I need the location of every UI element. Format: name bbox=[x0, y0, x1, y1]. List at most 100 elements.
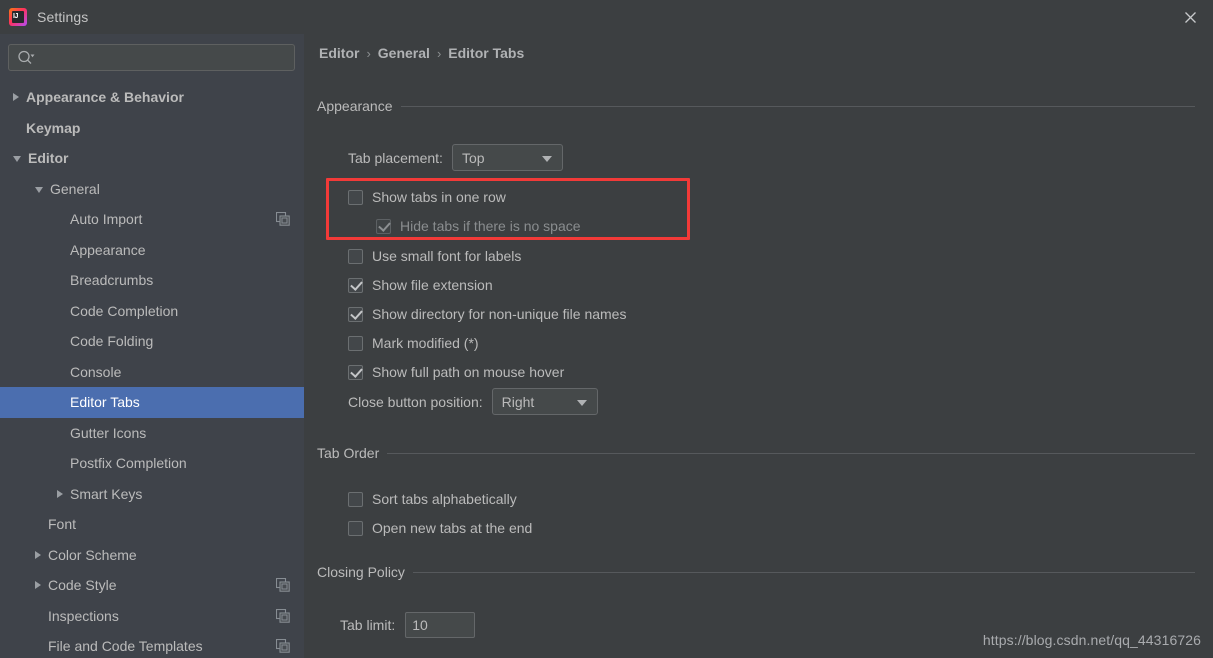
checkbox-label: Use small font for labels bbox=[372, 248, 522, 264]
sidebar-item-editor[interactable]: Editor bbox=[0, 143, 304, 174]
sidebar-item-label: Font bbox=[48, 516, 77, 533]
sidebar-item-breadcrumbs[interactable]: Breadcrumbs bbox=[0, 265, 304, 296]
section-title-appearance: Appearance bbox=[317, 98, 393, 114]
sidebar-item-label: Code Completion bbox=[70, 302, 179, 319]
checkbox-show-file-extension[interactable]: Show file extension bbox=[348, 277, 493, 293]
section-divider bbox=[412, 571, 1195, 573]
checkbox-unchecked-icon[interactable] bbox=[348, 335, 363, 351]
chevron-right-icon[interactable] bbox=[13, 93, 19, 102]
sidebar-item-auto-import[interactable]: Auto Import bbox=[0, 204, 304, 235]
close-icon[interactable] bbox=[1167, 0, 1213, 34]
sidebar-item-label: Console bbox=[70, 363, 122, 380]
close-button-position-dropdown[interactable]: Right bbox=[491, 388, 598, 415]
checkbox-checked-icon[interactable] bbox=[348, 306, 363, 322]
tab-placement-value: Top bbox=[461, 149, 485, 166]
chevron-right-icon[interactable] bbox=[35, 581, 41, 590]
checkbox-label: Show tabs in one row bbox=[372, 189, 506, 205]
close-button-position-label: Close button position: bbox=[348, 393, 483, 410]
sidebar-item-appearance-behavior[interactable]: Appearance & Behavior bbox=[0, 82, 304, 113]
title-bar: IJ Settings bbox=[0, 0, 1213, 34]
tab-placement-row: Tab placement: Top bbox=[348, 144, 563, 171]
sidebar-scrollbar-track[interactable] bbox=[292, 70, 302, 658]
window-title: Settings bbox=[37, 9, 89, 25]
checkbox-unchecked-icon[interactable] bbox=[348, 189, 363, 205]
settings-tree[interactable]: Appearance & Behavior Keymap Editor General… bbox=[0, 82, 304, 658]
sidebar-item-label: Color Scheme bbox=[48, 546, 137, 563]
checkbox-mark-modified[interactable]: Mark modified (*) bbox=[348, 335, 479, 351]
close-button-position-value: Right bbox=[501, 393, 535, 410]
checkbox-sort-tabs-alphabetically[interactable]: Sort tabs alphabetically bbox=[348, 491, 517, 507]
section-divider bbox=[400, 105, 1195, 107]
checkbox-checked-icon[interactable] bbox=[348, 364, 363, 380]
tab-limit-row: Tab limit: bbox=[340, 612, 476, 638]
copy-settings-icon[interactable] bbox=[275, 578, 290, 592]
sidebar-item-file-and-code-templates[interactable]: File and Code Templates bbox=[0, 631, 304, 658]
checkbox-checked-icon[interactable] bbox=[348, 277, 363, 293]
checkbox-label: Open new tabs at the end bbox=[372, 520, 533, 536]
tab-limit-label: Tab limit: bbox=[340, 617, 396, 633]
checkbox-show-tabs-in-one-row[interactable]: Show tabs in one row bbox=[348, 189, 506, 205]
breadcrumb-item-general[interactable]: General bbox=[378, 45, 430, 61]
chevron-down-icon[interactable] bbox=[35, 186, 43, 193]
sidebar-item-label: General bbox=[50, 180, 100, 197]
checkbox-use-small-font-for-labels[interactable]: Use small font for labels bbox=[348, 248, 521, 264]
sidebar-item-label: Appearance & Behavior bbox=[26, 89, 184, 106]
checkbox-unchecked-icon[interactable] bbox=[348, 520, 363, 536]
chevron-down-icon bbox=[541, 155, 552, 162]
sidebar-item-label: Postfix Completion bbox=[70, 455, 187, 472]
checkbox-unchecked-icon[interactable] bbox=[348, 491, 363, 507]
sidebar-item-label: Editor bbox=[28, 150, 69, 167]
sidebar-item-editor-tabs[interactable]: Editor Tabs bbox=[0, 387, 304, 418]
section-divider bbox=[387, 452, 1195, 454]
sidebar-item-label: Gutter Icons bbox=[70, 424, 147, 441]
sidebar-item-keymap[interactable]: Keymap bbox=[0, 113, 304, 144]
sidebar-item-console[interactable]: Console bbox=[0, 357, 304, 388]
section-title-tab-order: Tab Order bbox=[317, 445, 380, 461]
search-box[interactable] bbox=[8, 44, 295, 71]
sidebar-item-label: Smart Keys bbox=[70, 485, 143, 502]
sidebar-item-label: Auto Import bbox=[70, 211, 143, 228]
sidebar-item-code-completion[interactable]: Code Completion bbox=[0, 296, 304, 327]
sidebar-item-gutter-icons[interactable]: Gutter Icons bbox=[0, 418, 304, 449]
checkbox-label: Hide tabs if there is no space bbox=[400, 218, 581, 234]
breadcrumb: Editor › General › Editor Tabs bbox=[319, 45, 524, 61]
sidebar-item-postfix-completion[interactable]: Postfix Completion bbox=[0, 448, 304, 479]
sidebar-item-color-scheme[interactable]: Color Scheme bbox=[0, 540, 304, 571]
checkbox-unchecked-icon[interactable] bbox=[348, 248, 363, 264]
sidebar-item-code-folding[interactable]: Code Folding bbox=[0, 326, 304, 357]
copy-settings-icon[interactable] bbox=[275, 608, 290, 623]
breadcrumb-item-editor[interactable]: Editor bbox=[319, 45, 359, 61]
section-closing-policy-header: Closing Policy bbox=[317, 564, 1195, 580]
settings-dialog: IJ Settings Appearance & Behavior Keymap E… bbox=[0, 0, 1213, 658]
settings-sidebar: Appearance & Behavior Keymap Editor General… bbox=[0, 34, 304, 658]
checkbox-show-directory-for-non-unique-file-names[interactable]: Show directory for non-unique file names bbox=[348, 306, 626, 322]
tab-placement-dropdown[interactable]: Top bbox=[451, 144, 563, 171]
sidebar-item-label: Keymap bbox=[26, 119, 81, 136]
tab-limit-input[interactable] bbox=[405, 612, 476, 638]
checkbox-show-full-path-on-mouse-hover[interactable]: Show full path on mouse hover bbox=[348, 364, 564, 380]
sidebar-item-label: Appearance bbox=[70, 241, 146, 258]
section-appearance-header: Appearance bbox=[317, 98, 1195, 114]
checkbox-label: Mark modified (*) bbox=[372, 335, 479, 351]
sidebar-item-code-style[interactable]: Code Style bbox=[0, 570, 304, 601]
sidebar-item-general[interactable]: General bbox=[0, 174, 304, 205]
tab-placement-label: Tab placement: bbox=[348, 149, 443, 166]
copy-settings-icon[interactable] bbox=[275, 639, 290, 653]
breadcrumb-item-editor-tabs: Editor Tabs bbox=[448, 45, 525, 61]
chevron-right-icon[interactable] bbox=[35, 550, 41, 559]
search-input[interactable] bbox=[8, 44, 295, 71]
chevron-down-icon[interactable] bbox=[13, 156, 21, 163]
sidebar-item-font[interactable]: Font bbox=[0, 509, 304, 540]
sidebar-item-smart-keys[interactable]: Smart Keys bbox=[0, 479, 304, 510]
sidebar-item-label: Breadcrumbs bbox=[70, 272, 154, 289]
chevron-right-icon[interactable] bbox=[57, 489, 63, 498]
sidebar-item-inspections[interactable]: Inspections bbox=[0, 601, 304, 632]
sidebar-item-label: File and Code Templates bbox=[48, 638, 203, 655]
sidebar-item-appearance[interactable]: Appearance bbox=[0, 235, 304, 266]
checkbox-label: Show directory for non-unique file names bbox=[372, 306, 627, 322]
checkbox-label: Show full path on mouse hover bbox=[372, 364, 565, 380]
checkbox-label: Show file extension bbox=[372, 277, 493, 293]
checkbox-open-new-tabs-at-the-end[interactable]: Open new tabs at the end bbox=[348, 520, 532, 536]
copy-settings-icon[interactable] bbox=[275, 212, 290, 226]
watermark-text: https://blog.csdn.net/qq_44316726 bbox=[982, 632, 1201, 648]
